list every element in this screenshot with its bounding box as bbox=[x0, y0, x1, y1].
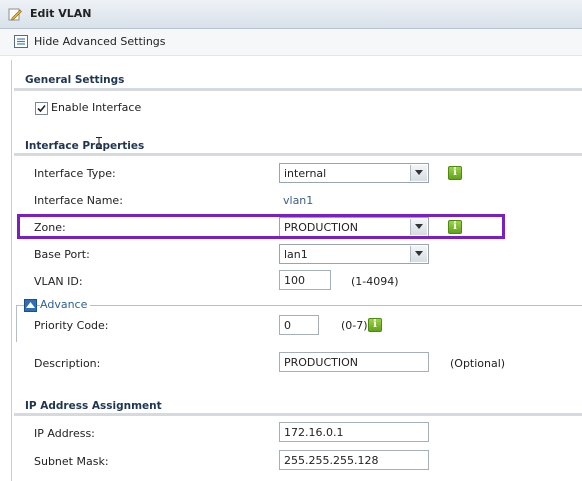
enable-interface-label: Enable Interface bbox=[51, 101, 142, 114]
interface-type-select[interactable]: internal bbox=[279, 163, 429, 183]
description-value: PRODUCTION bbox=[284, 356, 358, 369]
section-divider bbox=[14, 88, 582, 91]
pencil-icon bbox=[8, 8, 22, 21]
vlan-id-input[interactable]: 100 bbox=[279, 270, 331, 290]
section-title-ip: IP Address Assignment bbox=[25, 400, 162, 412]
hide-advanced-settings-link[interactable]: Hide Advanced Settings bbox=[34, 35, 166, 48]
text-cursor-icon bbox=[96, 137, 102, 149]
section-divider bbox=[14, 413, 582, 416]
info-icon[interactable]: i bbox=[448, 166, 462, 180]
subnet-mask-input[interactable]: 255.255.255.128 bbox=[279, 450, 429, 470]
list-settings-icon bbox=[14, 35, 28, 48]
priority-code-input[interactable]: 0 bbox=[279, 315, 319, 335]
ip-address-input[interactable]: 172.16.0.1 bbox=[279, 422, 429, 442]
ip-address-value: 172.16.0.1 bbox=[284, 426, 344, 439]
description-optional-hint: (Optional) bbox=[450, 357, 506, 370]
advance-label[interactable]: Advance bbox=[40, 298, 91, 311]
base-port-select[interactable]: lan1 bbox=[279, 244, 429, 264]
checkmark-icon bbox=[37, 104, 46, 113]
dropdown-arrow-icon[interactable] bbox=[410, 246, 427, 262]
ip-address-label: IP Address: bbox=[34, 427, 95, 440]
title-bar: Edit VLAN bbox=[0, 0, 582, 29]
base-port-label: Base Port: bbox=[34, 248, 90, 261]
description-input[interactable]: PRODUCTION bbox=[279, 352, 429, 372]
vlan-id-value: 100 bbox=[284, 274, 305, 287]
advance-collapse-toggle[interactable] bbox=[24, 299, 37, 312]
vlan-id-label: VLAN ID: bbox=[34, 275, 83, 288]
interface-name-label: Interface Name: bbox=[34, 194, 123, 207]
interface-name-value: vlan1 bbox=[283, 194, 314, 207]
window-title: Edit VLAN bbox=[30, 7, 92, 20]
info-icon[interactable]: i bbox=[368, 318, 382, 332]
priority-code-value: 0 bbox=[284, 319, 291, 332]
priority-code-range-hint: (0-7) bbox=[341, 319, 368, 332]
subnet-mask-value: 255.255.255.128 bbox=[284, 454, 379, 467]
subnet-mask-label: Subnet Mask: bbox=[34, 455, 109, 468]
zone-highlight-box bbox=[17, 214, 505, 239]
interface-type-value: internal bbox=[284, 167, 327, 180]
left-border bbox=[11, 60, 12, 481]
toolbar: Hide Advanced Settings bbox=[0, 29, 582, 56]
vlan-id-range-hint: (1-4094) bbox=[351, 275, 399, 288]
section-divider bbox=[14, 153, 582, 156]
section-title-general: General Settings bbox=[25, 74, 125, 86]
dropdown-arrow-icon[interactable] bbox=[410, 165, 427, 181]
chevron-up-icon bbox=[26, 302, 35, 308]
section-title-interface: Interface Properties bbox=[25, 140, 145, 152]
base-port-value: lan1 bbox=[284, 248, 308, 261]
priority-code-label: Priority Code: bbox=[34, 319, 109, 332]
interface-type-label: Interface Type: bbox=[34, 167, 116, 180]
description-label: Description: bbox=[34, 357, 101, 370]
enable-interface-checkbox[interactable] bbox=[35, 102, 48, 115]
